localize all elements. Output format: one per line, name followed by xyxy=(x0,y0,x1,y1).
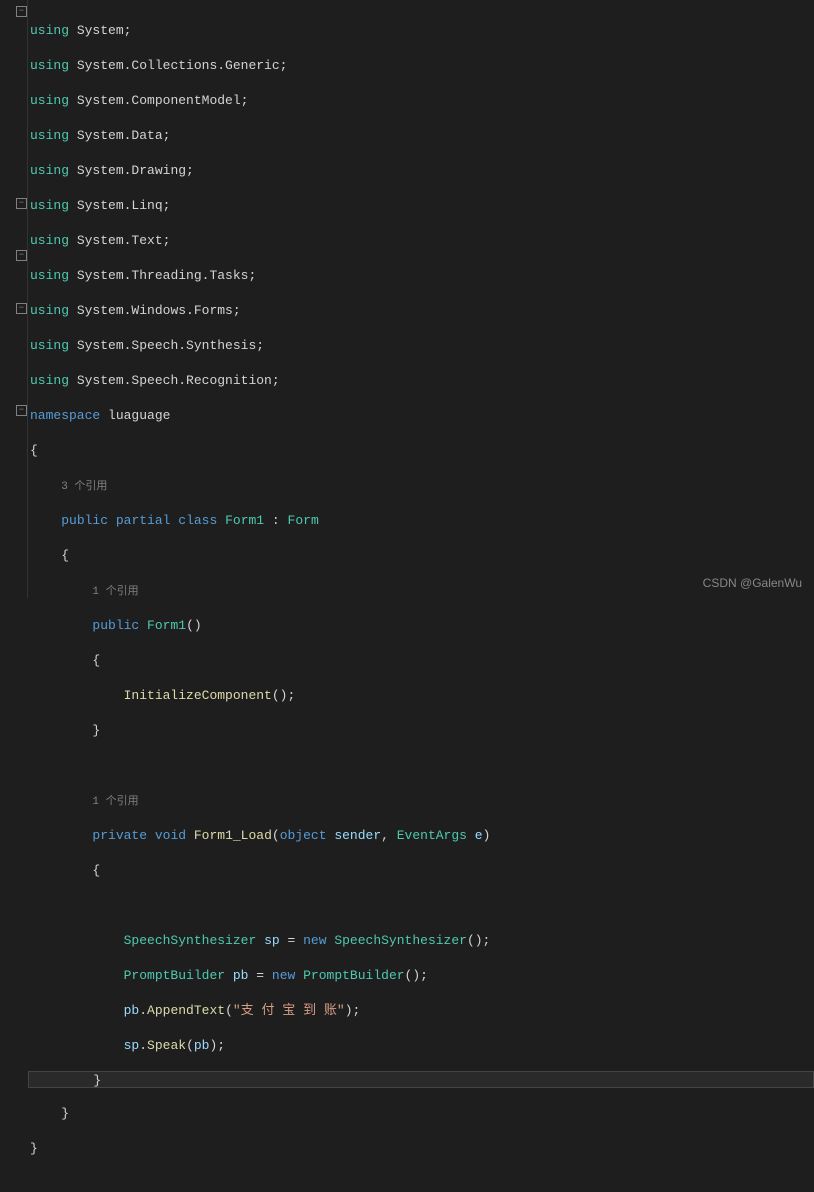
var-pb: pb xyxy=(194,1038,210,1053)
keyword-using: using xyxy=(30,303,69,318)
keyword-object: object xyxy=(280,828,327,843)
class-name: Form1 xyxy=(225,513,264,528)
fold-gutter: − − − − − xyxy=(0,0,28,598)
string-literal: "支 付 宝 到 账" xyxy=(233,1003,345,1018)
keyword-using: using xyxy=(30,198,69,213)
keyword-using: using xyxy=(30,93,69,108)
keyword-using: using xyxy=(30,233,69,248)
keyword-new: new xyxy=(272,968,295,983)
method-name: Form1_Load xyxy=(194,828,272,843)
param-sender: sender xyxy=(334,828,381,843)
keyword-using: using xyxy=(30,163,69,178)
fold-icon[interactable]: − xyxy=(16,250,27,261)
fold-icon[interactable]: − xyxy=(16,198,27,209)
keyword-using: using xyxy=(30,338,69,353)
current-line: } xyxy=(28,1071,814,1089)
type-name: SpeechSynthesizer xyxy=(334,933,467,948)
keyword-void: void xyxy=(155,828,186,843)
keyword-using: using xyxy=(30,373,69,388)
namespace-ref: System.Speech.Recognition xyxy=(77,373,272,388)
namespace-ref: System.Threading.Tasks xyxy=(77,268,249,283)
method-call: Speak xyxy=(147,1038,186,1053)
namespace-ref: System.Windows.Forms xyxy=(77,303,233,318)
keyword-public: public xyxy=(61,513,108,528)
method-call: AppendText xyxy=(147,1003,225,1018)
namespace-ref: System.Text xyxy=(77,233,163,248)
fold-icon[interactable]: − xyxy=(16,6,27,17)
namespace-ref: System xyxy=(77,23,124,38)
code-content[interactable]: using System; using System.Collections.G… xyxy=(28,0,814,598)
keyword-using: using xyxy=(30,128,69,143)
keyword-using: using xyxy=(30,268,69,283)
var-sp: sp xyxy=(124,1038,140,1053)
keyword-private: private xyxy=(92,828,147,843)
base-class: Form xyxy=(288,513,319,528)
code-editor: − − − − − using System; using System.Col… xyxy=(0,0,814,598)
codelens-refs[interactable]: 1 个引用 xyxy=(92,586,138,598)
param-e: e xyxy=(475,828,483,843)
method-call: InitializeComponent xyxy=(124,688,272,703)
namespace-ref: System.Data xyxy=(77,128,163,143)
keyword-using: using xyxy=(30,23,69,38)
ctor-name: Form1 xyxy=(147,618,186,633)
keyword-class: class xyxy=(178,513,217,528)
keyword-using: using xyxy=(30,58,69,73)
keyword-namespace: namespace xyxy=(30,408,100,423)
keyword-new: new xyxy=(303,933,326,948)
namespace-ref: System.Drawing xyxy=(77,163,186,178)
fold-icon[interactable]: − xyxy=(16,303,27,314)
fold-icon[interactable]: − xyxy=(16,405,27,416)
type-eventargs: EventArgs xyxy=(397,828,467,843)
namespace-ref: System.Collections.Generic xyxy=(77,58,280,73)
namespace-ref: System.Speech.Synthesis xyxy=(77,338,256,353)
keyword-public: public xyxy=(92,618,139,633)
namespace-ref: System.ComponentModel xyxy=(77,93,241,108)
keyword-partial: partial xyxy=(116,513,171,528)
type-name: PromptBuilder xyxy=(303,968,404,983)
var-pb: pb xyxy=(124,1003,140,1018)
namespace-name: luaguage xyxy=(108,408,170,423)
codelens-refs[interactable]: 3 个引用 xyxy=(61,481,107,493)
namespace-ref: System.Linq xyxy=(77,198,163,213)
type-name: PromptBuilder xyxy=(124,968,225,983)
type-name: SpeechSynthesizer xyxy=(124,933,257,948)
var-pb: pb xyxy=(233,968,249,983)
watermark-text: CSDN @GalenWu xyxy=(703,576,802,590)
var-sp: sp xyxy=(264,933,280,948)
codelens-refs[interactable]: 1 个引用 xyxy=(92,796,138,808)
